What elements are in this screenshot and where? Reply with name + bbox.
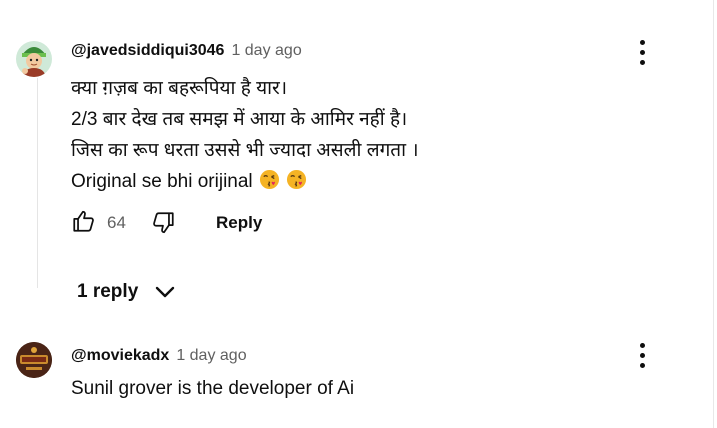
like-button[interactable] bbox=[71, 208, 97, 234]
thread-connector bbox=[37, 78, 38, 288]
comment-line: 2/3 बार देख तब समझ में आया के आमिर नहीं … bbox=[71, 109, 408, 130]
more-vert-icon-dot bbox=[639, 59, 645, 65]
more-vert-icon-dot bbox=[639, 342, 645, 348]
comment-timestamp[interactable]: 1 day ago bbox=[176, 347, 246, 365]
more-vert-icon-dot bbox=[639, 49, 645, 55]
comment-text: क्या ग़ज़ब का बहरूपिया है यार। 2/3 बार द… bbox=[71, 73, 419, 200]
thumb-up-outline-icon bbox=[73, 210, 94, 232]
comment-menu-button[interactable] bbox=[630, 38, 654, 66]
comment-line: क्या ग़ज़ब का बहरूपिया है यार। bbox=[71, 78, 288, 99]
replies-count-label: 1 reply bbox=[77, 281, 139, 302]
chevron-down-icon bbox=[156, 286, 175, 298]
thumb-down-outline-icon bbox=[153, 212, 174, 234]
dislike-button[interactable] bbox=[150, 210, 176, 236]
more-vert-icon-dot bbox=[639, 39, 645, 45]
comment-author[interactable]: @moviekadx bbox=[71, 347, 169, 365]
comment-text: Sunil grover is the developer of Ai bbox=[71, 378, 355, 399]
comment-menu-button[interactable] bbox=[630, 341, 654, 369]
comment-author[interactable]: @javedsiddiqui3046 bbox=[71, 42, 224, 60]
comment-line-text: Original se bhi orijinal bbox=[71, 171, 253, 192]
replies-toggle-button[interactable]: 1 reply bbox=[77, 281, 176, 303]
comment-line: जिस का रूप धरता उससे भी ज्यादा असली लगता… bbox=[71, 140, 419, 161]
kissing-face-emoji-icon bbox=[259, 169, 280, 200]
comment-header: @javedsiddiqui3046 1 day ago bbox=[71, 42, 302, 60]
reply-button[interactable]: Reply bbox=[216, 213, 262, 233]
comment-line-last: Original se bhi orijinal bbox=[71, 166, 419, 200]
kissing-face-emoji-icon bbox=[286, 169, 307, 200]
like-count: 64 bbox=[107, 213, 126, 232]
avatar[interactable] bbox=[16, 41, 52, 77]
avatar[interactable] bbox=[16, 342, 52, 378]
more-vert-icon-dot bbox=[639, 362, 645, 368]
right-divider bbox=[713, 0, 714, 428]
more-vert-icon-dot bbox=[639, 352, 645, 358]
comment-header: @moviekadx 1 day ago bbox=[71, 347, 247, 365]
comment-timestamp[interactable]: 1 day ago bbox=[231, 42, 301, 60]
